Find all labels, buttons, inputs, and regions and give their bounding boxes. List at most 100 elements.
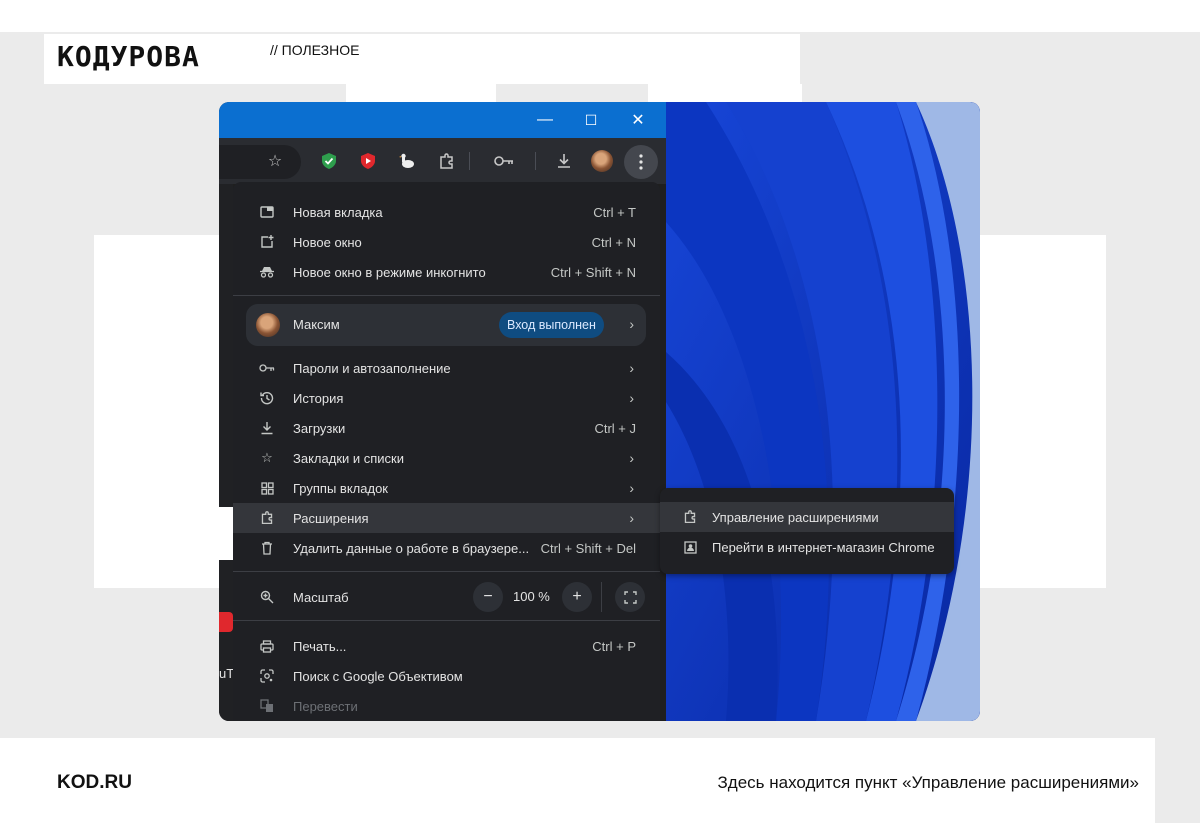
lens-icon [259,668,275,684]
bg-block [346,84,496,104]
download-icon [259,420,275,436]
chevron-right-icon: › [629,510,634,526]
chevron-right-icon: › [629,360,634,376]
menu-item-new-window[interactable]: Новое окно Ctrl + N [233,227,660,257]
trash-icon [259,540,275,556]
menu-item-label: Новое окно в режиме инкогнито [293,264,486,280]
profile-name: Максим [293,317,340,332]
minimize-button[interactable]: — [522,102,568,138]
footer-caption: Здесь находится пункт «Управление расшир… [717,773,1140,792]
zoom-label-row: Масштаб [233,582,660,612]
menu-item-label: Группы вкладок [293,480,388,496]
puzzle-icon [682,509,698,525]
menu-item-shortcut: Ctrl + T [593,204,636,220]
star-icon: ☆ [261,450,273,465]
menu-item-label: Удалить данные о работе в браузере... [293,540,530,556]
page-edge [219,184,233,721]
toolbar-separator [469,152,470,170]
windows-wallpaper [666,102,980,721]
new-tab-icon [259,204,275,220]
puzzle-icon[interactable] [435,150,457,172]
menu-item-zoom: Масштаб − 100 % + [233,580,660,614]
menu-item-extensions[interactable]: Расширения › [233,503,660,533]
zoom-icon [259,589,275,605]
menu-profile-row[interactable]: Максим Вход выполнен › [246,304,646,346]
puzzle-icon [259,510,275,526]
brand-tagline: // ПОЛЕЗНОЕ [270,42,360,58]
menu-item-shortcut: Ctrl + N [591,234,636,250]
menu-item-bookmarks[interactable]: ☆ Закладки и списки › [233,443,660,473]
menu-item-label: Новое окно [293,234,362,250]
submenu-item-label: Управление расширениями [712,509,879,525]
shield-check-icon[interactable] [318,150,340,172]
profile-avatar [256,313,280,337]
menu-item-new-tab[interactable]: Новая вкладка Ctrl + T [233,197,660,227]
browser-toolbar: ☆ [219,138,666,184]
menu-item-print[interactable]: Печать... Ctrl + P [233,631,660,661]
web-store-icon [682,539,698,555]
address-bar[interactable] [219,145,301,179]
menu-item-label: Поиск с Google Объективом [293,668,463,684]
menu-item-label: Новая вкладка [293,204,383,220]
menu-item-passwords[interactable]: Пароли и автозаполнение › [233,353,660,383]
tab-groups-icon [259,480,275,496]
chevron-right-icon: › [629,450,634,466]
profile-avatar[interactable] [591,150,613,172]
submenu-item-manage-extensions[interactable]: Управление расширениями [660,502,954,532]
chevron-right-icon: › [629,316,634,332]
goose-icon[interactable] [396,150,418,172]
footer-site[interactable]: KOD.RU [57,772,132,794]
incognito-icon [259,264,275,280]
chrome-main-menu: Новая вкладка Ctrl + T Новое окно Ctrl +… [233,182,660,721]
menu-item-label: Масштаб [293,589,349,605]
menu-item-downloads[interactable]: Загрузки Ctrl + J [233,413,660,443]
maximize-button[interactable]: ☐ [568,102,614,138]
menu-item-clear-data[interactable]: Удалить данные о работе в браузере... Ct… [233,533,660,563]
menu-item-label: Пароли и автозаполнение [293,360,451,376]
submenu-item-label: Перейти в интернет-магазин Chrome [712,539,935,555]
key-icon[interactable] [493,150,515,172]
zoom-out-button[interactable]: − [473,582,503,612]
menu-divider [233,571,660,572]
star-icon[interactable]: ☆ [264,150,286,172]
window-titlebar: — ☐ ✕ [219,102,666,138]
menu-item-label: Загрузки [293,420,346,436]
zoom-divider [601,582,602,612]
menu-divider [233,620,660,621]
download-icon[interactable] [553,150,575,172]
close-button[interactable]: ✕ [615,102,661,138]
zoom-in-button[interactable]: + [562,582,592,612]
brand-logo[interactable]: KOДУРОВА [57,40,200,73]
print-icon [259,638,275,654]
page-text-fragment: uT [219,666,233,681]
key-icon [259,360,275,376]
menu-item-label: Расширения [293,510,369,526]
menu-item-incognito[interactable]: Новое окно в режиме инкогнито Ctrl + Shi… [233,257,660,287]
page-content-strip [219,507,233,560]
menu-item-translate: Перевести [233,691,660,721]
toolbar-separator [535,152,536,170]
kebab-menu-button[interactable] [624,145,658,179]
history-icon [259,390,275,406]
chevron-right-icon: › [629,390,634,406]
translate-icon [259,698,275,714]
signed-in-badge: Вход выполнен [499,312,604,338]
menu-item-label: Печать... [293,638,347,654]
new-window-icon [259,234,275,250]
menu-item-shortcut: Ctrl + P [592,638,636,654]
menu-item-shortcut: Ctrl + J [594,420,636,436]
youtube-logo-fragment [219,612,233,632]
wallpaper-bloom-graphic [666,102,980,721]
menu-item-shortcut: Ctrl + Shift + Del [540,540,636,556]
menu-divider [233,295,660,296]
menu-item-history[interactable]: История › [233,383,660,413]
chevron-right-icon: › [629,480,634,496]
menu-item-google-lens[interactable]: Поиск с Google Объективом [233,661,660,691]
youtube-shield-icon[interactable] [357,150,379,172]
submenu-item-web-store[interactable]: Перейти в интернет-магазин Chrome [660,532,954,562]
bg-block [0,0,1200,32]
fullscreen-button[interactable] [615,582,645,612]
menu-item-tab-groups[interactable]: Группы вкладок › [233,473,660,503]
zoom-value: 100 % [513,589,550,604]
bg-block [648,84,802,104]
